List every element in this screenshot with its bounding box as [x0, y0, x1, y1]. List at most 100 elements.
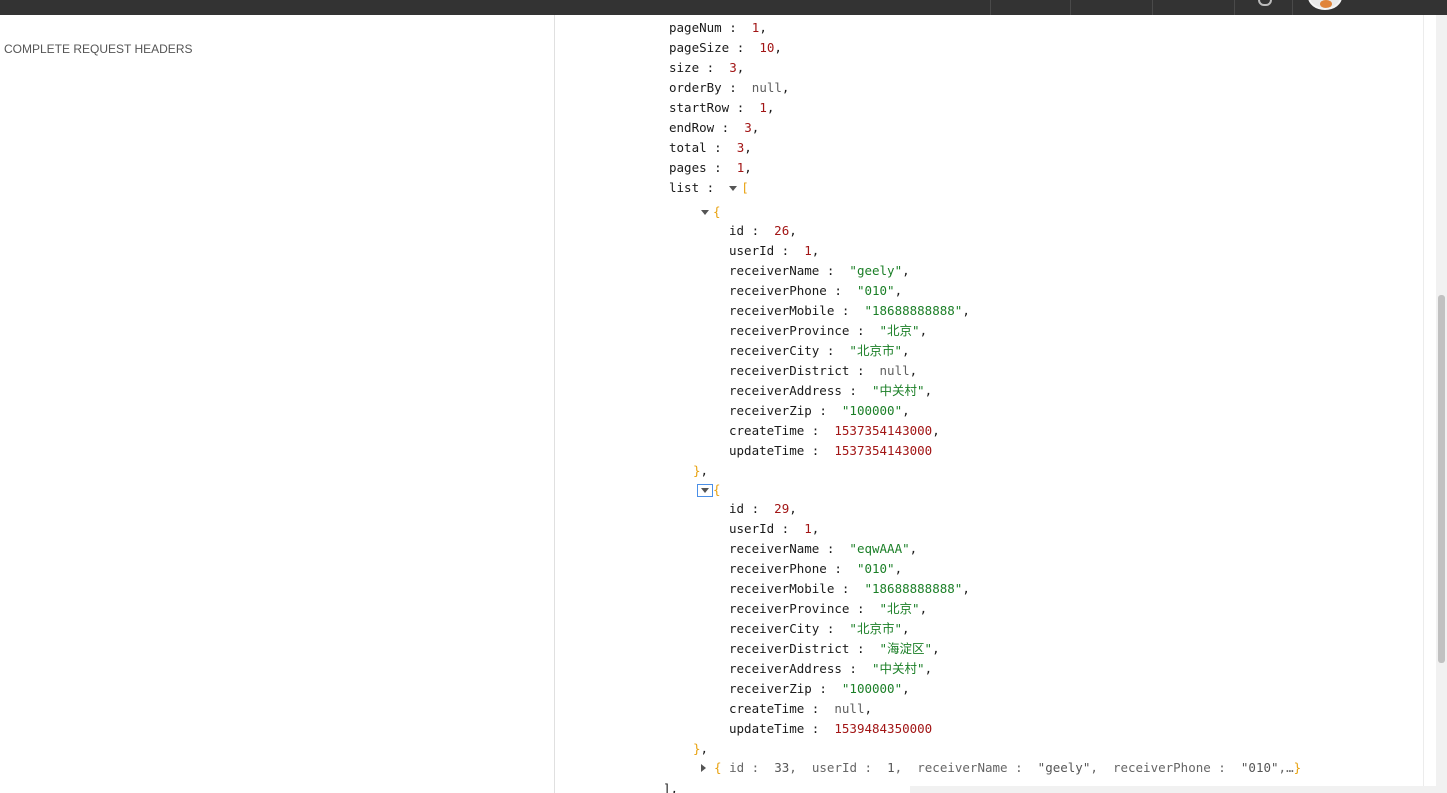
json-field: updateTime : 1539484350000	[729, 719, 932, 739]
json-preview-field: receiverName : "geely",	[917, 760, 1113, 775]
json-value: 1	[804, 521, 812, 536]
toolbar-divider	[1292, 0, 1293, 15]
json-value: "eqwAAA"	[849, 541, 910, 556]
json-object-open: {	[697, 480, 721, 500]
json-key: updateTime	[729, 721, 805, 736]
horizontal-scrollbar[interactable]	[910, 786, 1436, 793]
toolbar-divider	[990, 0, 991, 15]
collapse-arrow-icon[interactable]	[697, 483, 713, 497]
json-object-close: },	[693, 461, 708, 481]
json-key: receiverPhone	[1112, 760, 1211, 775]
json-brace: {	[713, 204, 721, 219]
json-comma: ,	[700, 463, 709, 478]
json-key: createTime	[729, 423, 805, 438]
json-value: null	[751, 80, 782, 95]
json-object-open: {	[701, 202, 721, 222]
json-colon: :	[819, 541, 850, 556]
json-key: receiverDistrict	[729, 641, 850, 656]
collapse-arrow-icon[interactable]	[701, 209, 709, 215]
json-comma: ,	[894, 561, 903, 576]
json-comma: ,	[744, 160, 752, 175]
json-colon: :	[774, 521, 805, 536]
json-ellipsis: …	[1286, 760, 1294, 775]
json-comma: ,	[902, 263, 910, 278]
json-field: receiverAddress : "中关村",	[729, 659, 932, 679]
json-comma: ,	[924, 383, 933, 398]
json-comma: ,	[1090, 760, 1113, 775]
json-comma: ,	[962, 581, 970, 596]
json-colon: :	[811, 403, 842, 418]
json-comma: ,	[781, 80, 790, 95]
json-colon: :	[834, 303, 865, 318]
json-field: receiverCity : "北京市",	[729, 341, 910, 361]
json-comma: ,	[789, 223, 797, 238]
json-field: receiverZip : "100000",	[729, 679, 910, 699]
json-value: 29	[774, 501, 790, 516]
notification-icon[interactable]	[1258, 0, 1272, 6]
json-key: receiverAddress	[729, 383, 842, 398]
json-field: updateTime : 1537354143000	[729, 441, 932, 461]
expand-arrow-icon[interactable]	[701, 764, 706, 772]
json-key: receiverCity	[729, 621, 820, 636]
json-colon: :	[729, 100, 760, 115]
json-colon: :	[706, 160, 737, 175]
complete-request-headers-label[interactable]: COMPLETE REQUEST HEADERS	[4, 42, 192, 56]
json-colon: :	[699, 60, 730, 75]
json-value: 3	[729, 60, 737, 75]
json-key: receiverCity	[729, 343, 820, 358]
json-brace: }	[693, 463, 701, 478]
json-colon: :	[834, 581, 865, 596]
json-comma: ,	[901, 343, 910, 358]
json-field: receiverName : "geely",	[729, 261, 910, 281]
json-key: updateTime	[729, 443, 805, 458]
json-key: receiverName	[729, 263, 820, 278]
json-value: "北京"	[879, 601, 920, 616]
json-value: "中关村"	[872, 661, 925, 676]
json-field: receiverProvince : "北京",	[729, 321, 927, 341]
json-comma: ,	[736, 60, 745, 75]
avatar[interactable]	[1308, 0, 1342, 10]
json-array-close: ],	[663, 779, 678, 793]
json-field: pageSize : 10,	[669, 38, 782, 58]
json-value: null	[879, 363, 910, 378]
json-colon: :	[811, 681, 842, 696]
json-key: id	[729, 760, 745, 775]
json-colon: :	[849, 363, 880, 378]
json-preview-field: id : 33,	[729, 760, 812, 775]
json-key: receiverPhone	[729, 283, 827, 298]
json-comma: ,	[1278, 760, 1287, 775]
json-colon: :	[819, 263, 850, 278]
json-comma: ,	[789, 760, 812, 775]
json-colon: :	[849, 641, 880, 656]
json-key: total	[669, 140, 707, 155]
toolbar-divider	[1234, 0, 1235, 15]
vertical-scrollbar-thumb[interactable]	[1438, 295, 1445, 663]
json-comma: ,	[909, 363, 918, 378]
json-colon: :	[819, 621, 850, 636]
json-preview-field: userId : 1,	[812, 760, 917, 775]
collapse-arrow-icon[interactable]	[729, 185, 738, 191]
json-key: receiverZip	[729, 681, 812, 696]
json-value: 26	[774, 223, 790, 238]
json-brace: }	[1293, 760, 1302, 775]
json-field: userId : 1,	[729, 241, 819, 261]
json-colon: :	[819, 343, 850, 358]
json-value: 1537354143000	[834, 443, 933, 458]
request-details-pane: COMPLETE REQUEST HEADERS	[0, 15, 555, 793]
top-toolbar	[0, 0, 1447, 15]
json-comma: ,	[700, 741, 709, 756]
json-comma: ,	[766, 100, 775, 115]
json-comma: ,	[759, 20, 767, 35]
json-colon: :	[804, 423, 835, 438]
json-field: userId : 1,	[729, 519, 819, 539]
json-value: "010"	[1240, 760, 1279, 775]
json-value: 1	[804, 243, 812, 258]
json-field: receiverAddress : "中关村",	[729, 381, 932, 401]
json-comma: ,	[789, 501, 797, 516]
json-colon: :	[804, 721, 835, 736]
json-value: "010"	[856, 561, 895, 576]
json-comma: ,	[774, 40, 782, 55]
json-value: "010"	[856, 283, 895, 298]
json-colon: :	[804, 443, 835, 458]
json-comma: ,	[919, 601, 928, 616]
